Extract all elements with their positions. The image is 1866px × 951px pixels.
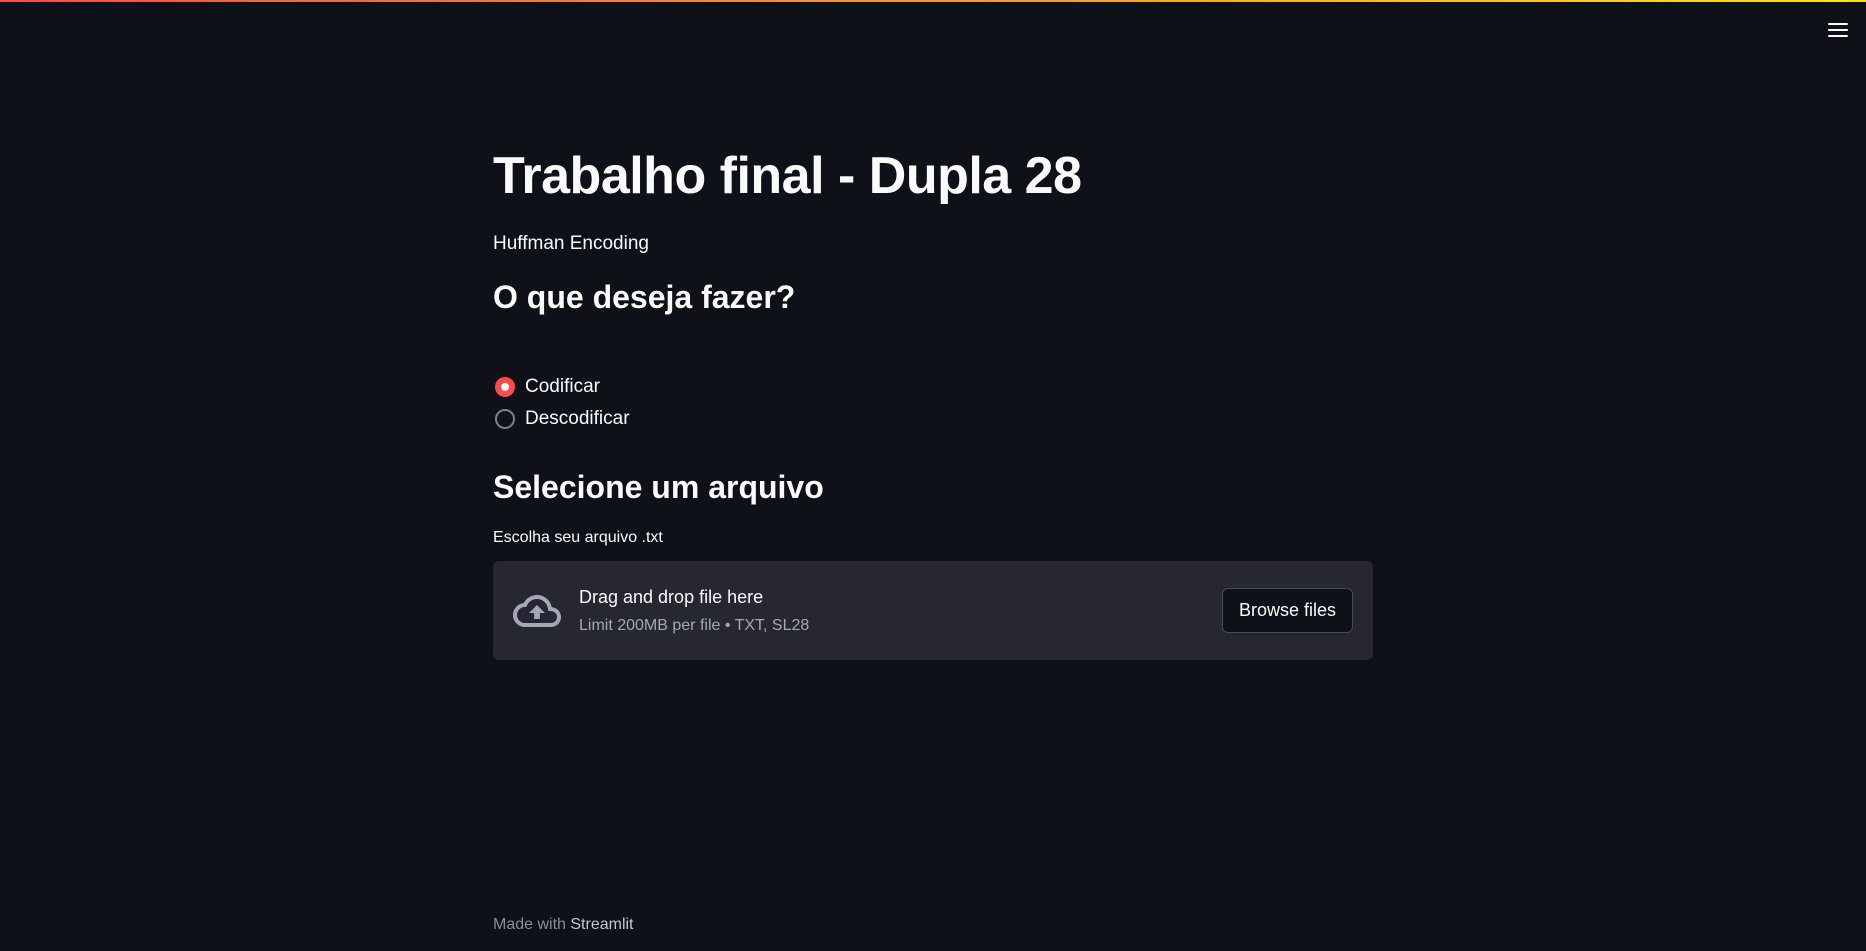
action-question-heading: O que deseja fazer? bbox=[493, 279, 796, 315]
radio-label[interactable]: Codificar bbox=[525, 376, 600, 398]
file-section-heading: Selecione um arquivo bbox=[493, 469, 824, 505]
file-uploader-label: Escolha seu arquivo .txt bbox=[493, 529, 663, 546]
radio-checked-icon[interactable] bbox=[495, 377, 515, 397]
main-content: Trabalho final - Dupla 28 Huffman Encodi… bbox=[493, 140, 1373, 660]
dropzone-limit-text: Limit 200MB per file • TXT, SL28 bbox=[579, 616, 810, 634]
browse-files-button[interactable]: Browse files bbox=[1221, 588, 1353, 633]
radio-unchecked-icon[interactable] bbox=[495, 409, 515, 429]
page-subtitle: Huffman Encoding bbox=[493, 233, 649, 254]
top-decoration-bar bbox=[0, 0, 1866, 2]
action-radio-group: Codificar Descodificar bbox=[493, 371, 1373, 435]
streamlit-link[interactable]: Streamlit bbox=[570, 916, 633, 933]
hamburger-menu-icon[interactable] bbox=[1824, 18, 1852, 42]
footer: Made with Streamlit bbox=[493, 916, 634, 934]
file-dropzone[interactable]: Drag and drop file here Limit 200MB per … bbox=[493, 561, 1373, 660]
dropzone-text: Drag and drop file here Limit 200MB per … bbox=[579, 584, 809, 638]
dropzone-title: Drag and drop file here bbox=[579, 586, 764, 607]
page-title: Trabalho final - Dupla 28 bbox=[493, 147, 1082, 205]
footer-prefix: Made with bbox=[493, 916, 566, 933]
radio-option-codificar[interactable]: Codificar bbox=[493, 371, 1373, 403]
cloud-upload-icon bbox=[513, 594, 561, 627]
radio-option-descodificar[interactable]: Descodificar bbox=[493, 403, 1373, 435]
radio-label[interactable]: Descodificar bbox=[525, 408, 630, 430]
